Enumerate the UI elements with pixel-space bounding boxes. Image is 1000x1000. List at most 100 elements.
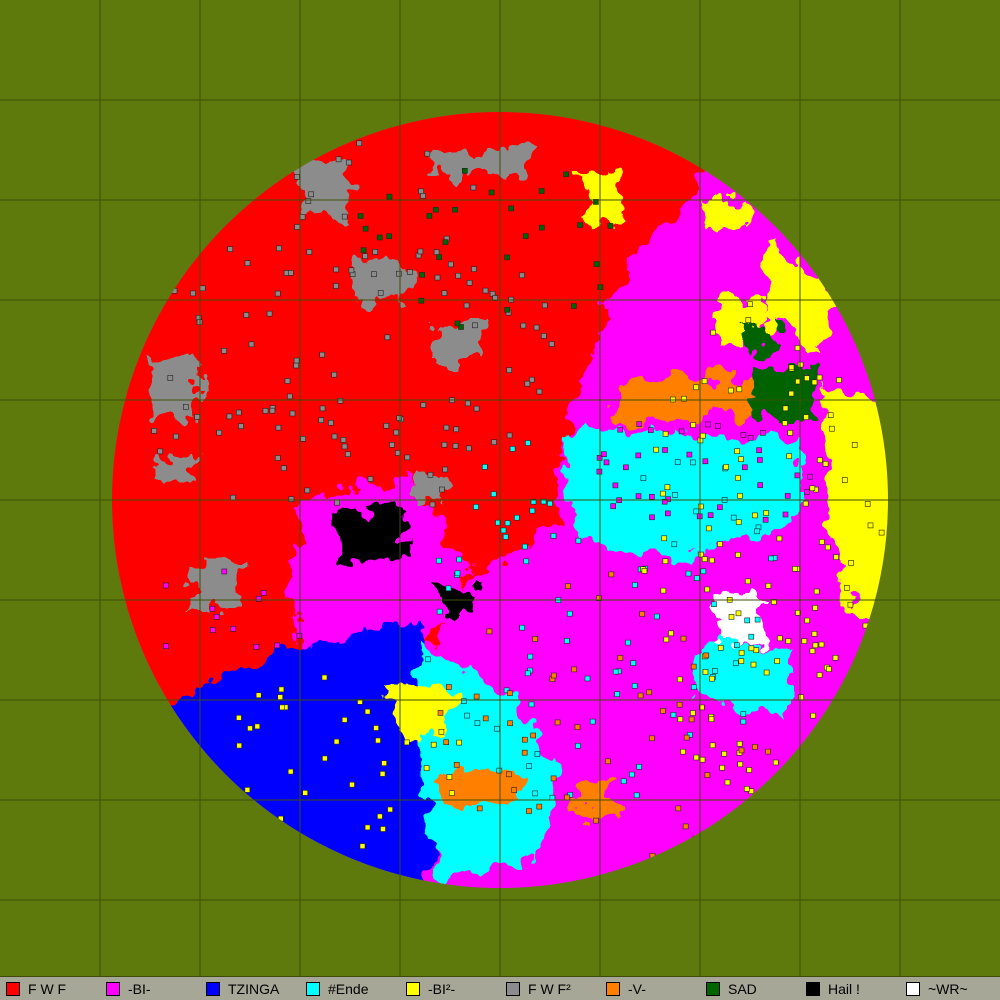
territory-pixel (453, 761, 460, 768)
territory-pixel (305, 198, 312, 204)
territory-pixel (443, 739, 450, 746)
territory-pixel (575, 742, 581, 749)
territory-pixel (439, 486, 445, 493)
territory-pixel (788, 364, 795, 371)
territory-pixel (690, 710, 696, 716)
territory-pixel (812, 642, 819, 649)
territory-pixel (649, 493, 655, 500)
territory-pixel (254, 723, 261, 730)
territory-pixel (754, 616, 761, 623)
territory-pixel (752, 512, 758, 519)
territory-pixel (614, 691, 621, 698)
territory-pixel (736, 386, 743, 393)
territory-region (430, 150, 530, 175)
territory-pixel (491, 439, 497, 446)
territory-pixel (756, 447, 762, 454)
territory-pixel (287, 393, 293, 400)
territory-pixel (345, 451, 351, 458)
territory-pixel (724, 779, 731, 786)
territory-pixel (373, 725, 379, 731)
territory-pixel (433, 249, 440, 255)
territory-pixel (649, 735, 655, 742)
territory-pixel (276, 245, 282, 252)
territory-pixel (341, 717, 348, 723)
territory-pixel (522, 543, 528, 550)
territory-pixel (732, 660, 739, 667)
territory-pixel (844, 584, 850, 591)
territory-pixel (662, 431, 669, 437)
territory-pixel (194, 414, 200, 420)
territory-pixel (429, 501, 436, 508)
territory-pixel (526, 808, 532, 814)
territory-pixel (660, 587, 667, 594)
territory-pixel (807, 473, 813, 480)
territory-pixel (680, 635, 687, 642)
territory-pixel (227, 246, 233, 252)
territory-pixel (386, 233, 393, 239)
territory-pixel (584, 675, 591, 682)
territory-pixel (304, 487, 311, 494)
territory-pixel (811, 631, 818, 637)
territory-pixel (563, 638, 570, 644)
territory-pixel (794, 472, 801, 479)
territory-pixel (470, 184, 477, 191)
territory-pixel (357, 213, 364, 219)
territory-pixel (702, 669, 709, 675)
legend-item: -V- (606, 980, 646, 998)
legend-item: F W F (6, 980, 66, 998)
territory-pixel (446, 774, 453, 780)
territory-pixel (443, 424, 450, 431)
territory-pixel (536, 388, 543, 395)
territory-pixel (230, 625, 237, 632)
territory-pixel (456, 556, 463, 563)
territory-map[interactable] (0, 0, 1000, 976)
territory-pixel (163, 643, 169, 650)
territory-pixel (243, 312, 250, 318)
territory-pixel (721, 750, 727, 757)
territory-pixel (523, 558, 530, 565)
territory-pixel (804, 617, 810, 624)
territory-pixel (334, 499, 341, 506)
territory-pixel (737, 493, 743, 499)
territory-pixel (596, 468, 603, 475)
territory-pixel (425, 656, 431, 663)
territory-pixel (797, 361, 804, 368)
territory-pixel (776, 535, 783, 542)
territory-pixel (524, 670, 531, 677)
territory-pixel (371, 271, 377, 278)
territory-pixel (481, 464, 488, 470)
territory-pixel (418, 188, 424, 195)
territory-pixel (743, 786, 750, 792)
territory-pixel (364, 708, 371, 715)
territory-pixel (463, 302, 470, 309)
territory-pixel (738, 658, 745, 664)
territory-pixel (717, 644, 724, 651)
territory-pixel (436, 254, 443, 260)
territory-pixel (784, 493, 791, 499)
territory-pixel (445, 684, 452, 690)
territory-pixel (593, 817, 599, 824)
territory-pixel (519, 624, 526, 631)
territory-pixel (727, 387, 734, 394)
territory-pixel (735, 519, 742, 525)
territory-pixel (536, 803, 543, 810)
territory-pixel (794, 345, 801, 351)
legend-label: Hail ! (828, 981, 860, 997)
territory-pixel (356, 140, 363, 147)
territory-pixel (601, 451, 607, 458)
territory-pixel (395, 270, 402, 277)
territory-pixel (236, 409, 242, 416)
territory-pixel (685, 570, 692, 577)
territory-pixel (453, 426, 460, 433)
territory-region (750, 365, 815, 420)
territory-pixel (704, 772, 711, 778)
territory-pixel (660, 490, 666, 497)
territory-pixel (593, 261, 600, 267)
territory-pixel (319, 351, 326, 358)
territory-region (580, 170, 625, 225)
territory-pixel (810, 712, 816, 719)
territory-pixel (226, 413, 233, 420)
territory-pixel (529, 507, 536, 514)
territory-pixel (565, 583, 571, 590)
territory-pixel (532, 636, 539, 642)
